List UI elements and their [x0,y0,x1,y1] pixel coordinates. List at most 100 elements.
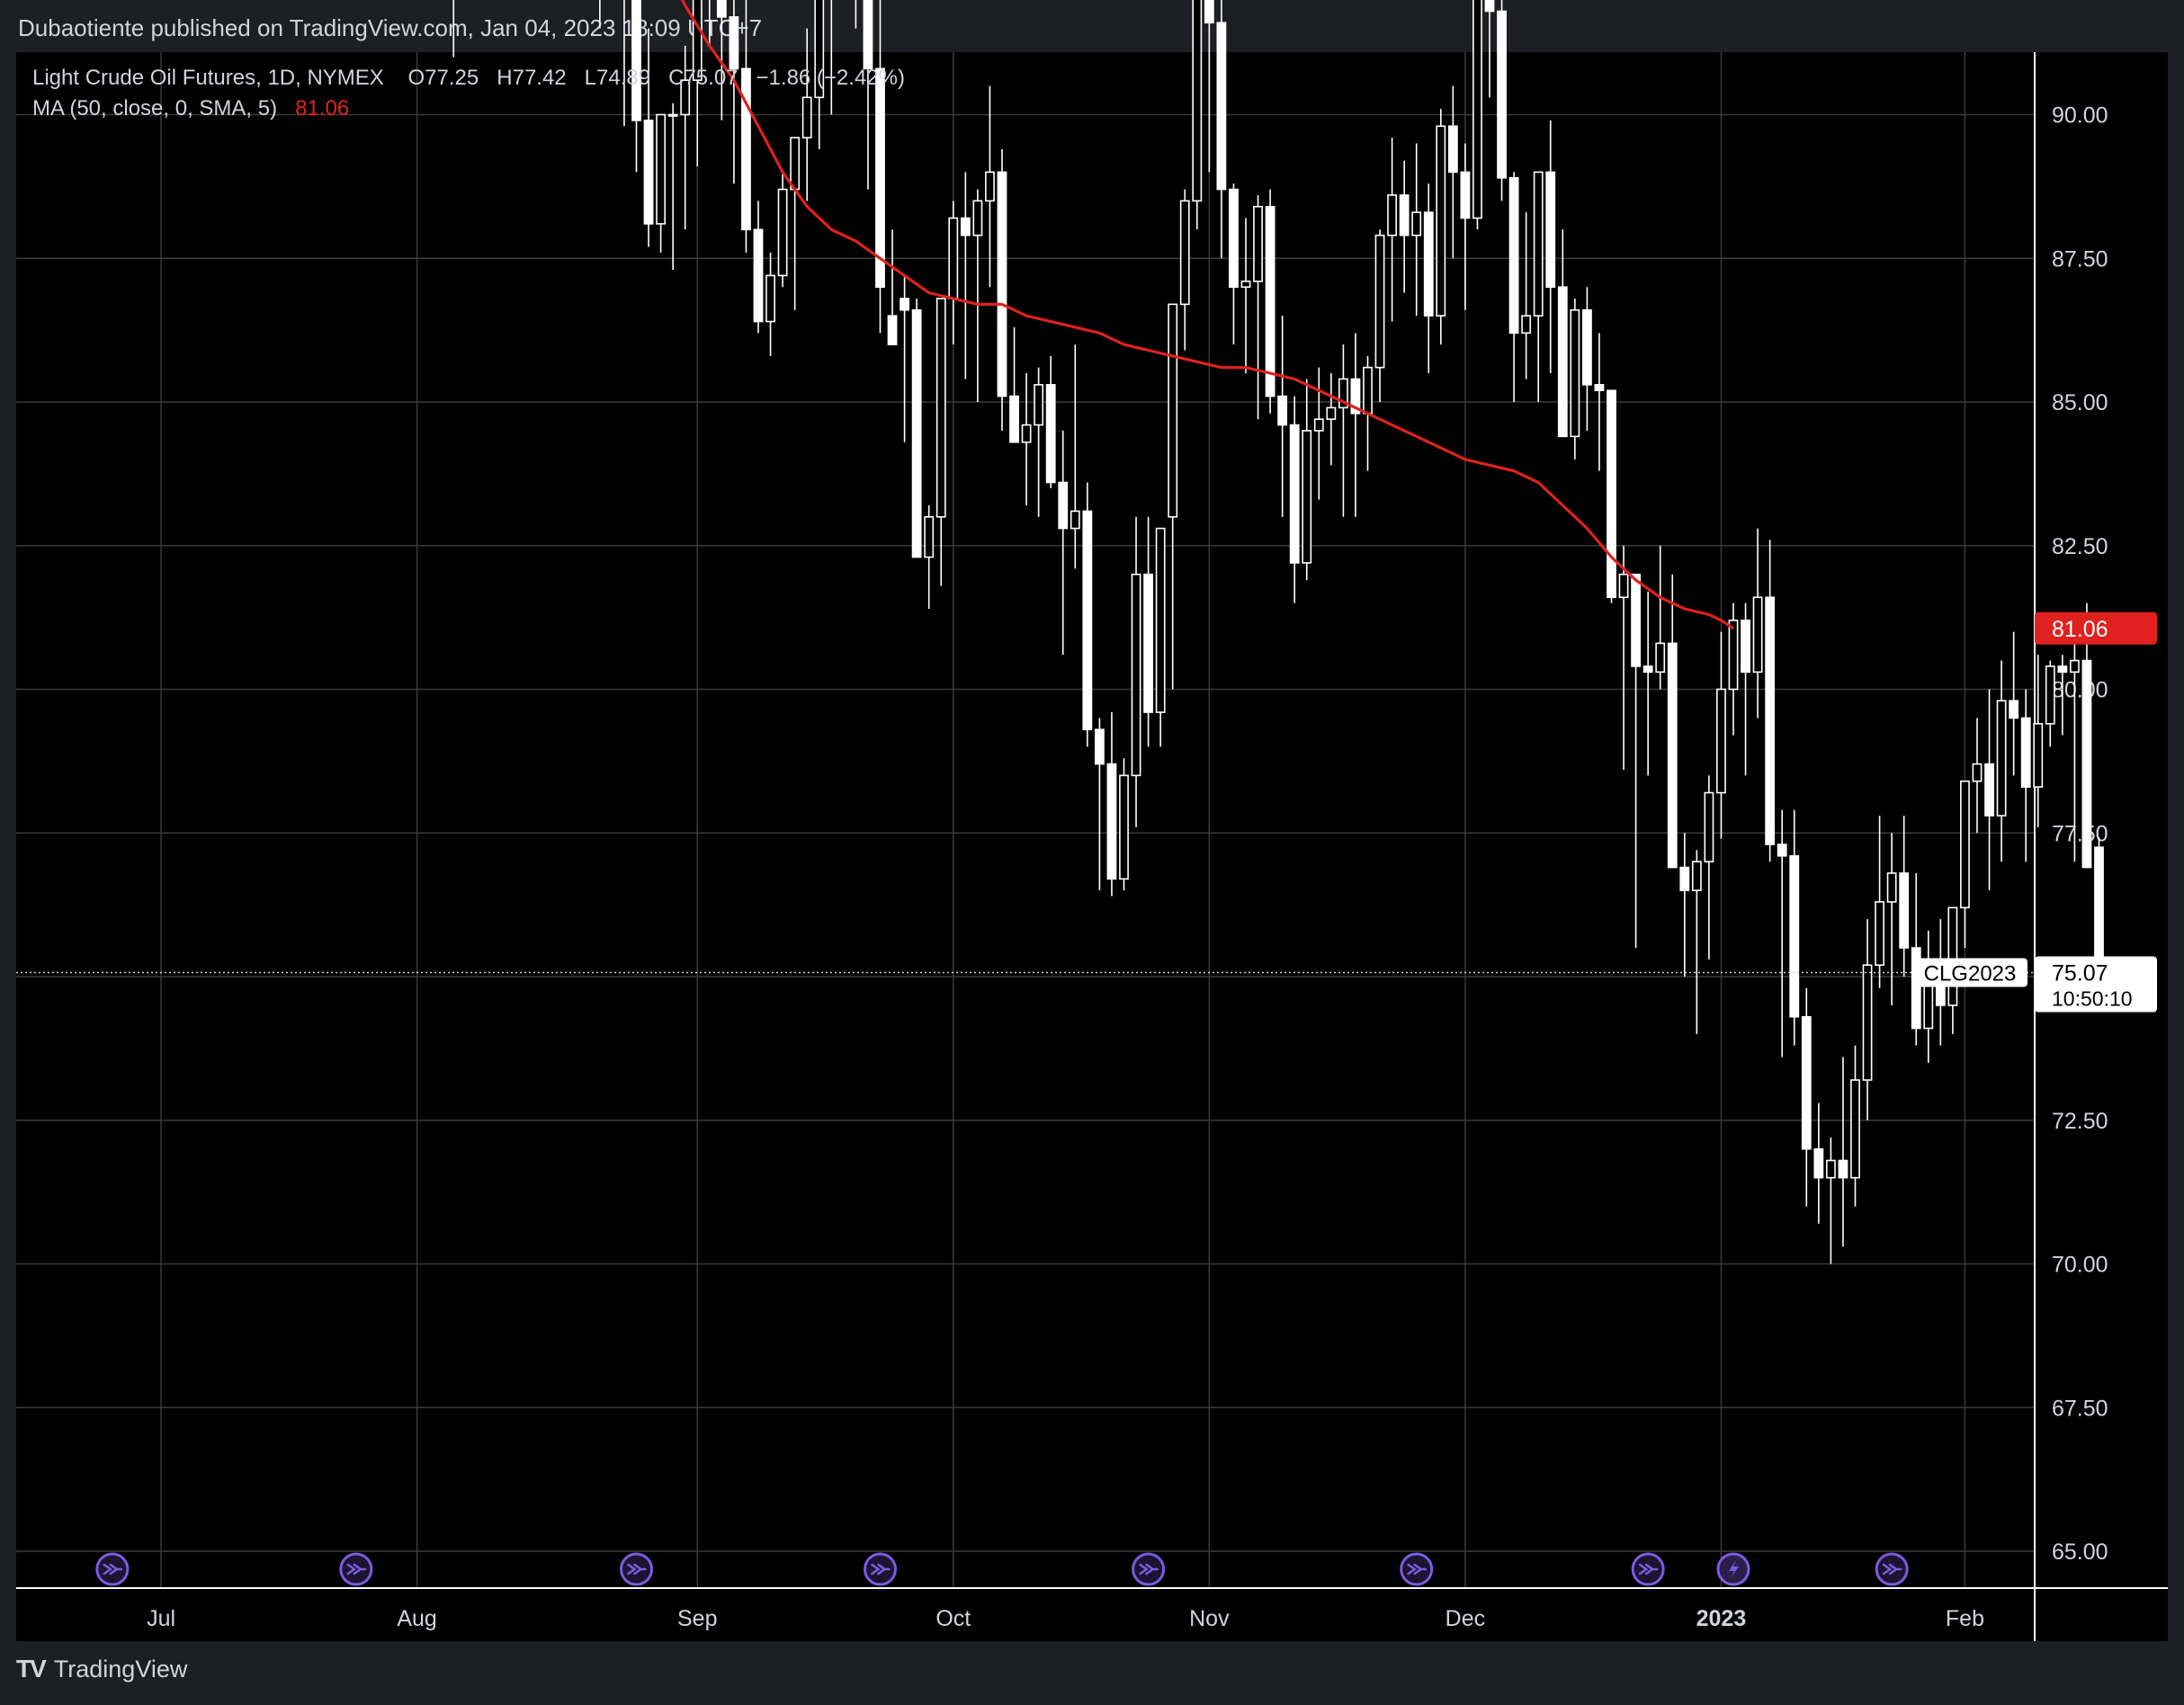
candle-body [1618,573,1629,599]
candle-body [1289,424,1300,564]
candle-body [716,0,727,18]
candle-body [729,16,739,70]
candle-body [900,298,909,311]
event-icon[interactable] [1400,1552,1434,1586]
candle [1289,396,1300,603]
candle-body [1192,0,1203,202]
footer-brand-text: TradingView [53,1655,188,1683]
candle-body [1034,384,1044,426]
candle [924,505,935,610]
candle-body [1411,211,1422,237]
candle-body [1143,573,1153,713]
candle-body [2020,717,2031,788]
candle-body [1313,418,1324,432]
candle [643,28,654,247]
candle-body [1095,728,1105,765]
candle [1765,540,1776,862]
candle-body [1728,620,1739,691]
candle [1570,298,1580,460]
candle [1923,930,1934,1063]
candle [1704,775,1714,960]
candle [599,0,601,29]
candle-body [997,171,1007,397]
candle-body [924,515,935,558]
symbol-tag: CLG2023 [1912,958,2027,987]
candle-body [1777,844,1787,857]
event-icon[interactable] [1132,1552,1166,1586]
event-icon[interactable] [620,1552,653,1586]
candle [1131,516,1141,827]
candle [1045,355,1056,488]
candle [1875,816,1884,988]
candle-body [1570,308,1580,438]
candle-body [2033,723,2044,788]
candle-body [1277,395,1288,426]
candle [1229,183,1239,345]
candle [1777,809,1787,1058]
candle [935,298,946,586]
candle-body [1179,200,1190,306]
chart-legend: Light Crude Oil Futures, 1D, NYMEX O77.2… [32,63,905,124]
event-icon[interactable] [1631,1552,1665,1586]
candle-body [1631,573,1641,667]
candle [1447,85,1458,259]
candle-body [1789,855,1800,1018]
candle-body [1607,389,1616,599]
candle-body [1204,0,1214,24]
candle [741,0,751,253]
candle-body [1070,510,1080,530]
symbol-title: Light Crude Oil Futures, 1D, NYMEX [32,66,384,90]
candle [1813,1102,1824,1224]
candle [2009,631,2019,776]
candle [1119,758,1129,891]
candle [1850,1045,1860,1207]
candle-body [2057,665,2068,674]
candle [2045,660,2055,747]
candle-body [1996,700,2007,817]
candle-body [1302,430,1312,564]
candle [1667,574,1678,869]
candle [1472,0,1482,230]
candle-body [1691,861,1702,891]
candle-body [1862,964,1873,1081]
candle-body [1009,395,1019,443]
candle-body [1058,481,1069,530]
candle [960,172,971,379]
candle-body [2009,700,2019,719]
candle-body [1021,424,1032,443]
candle-body [1131,573,1141,777]
event-icon[interactable] [864,1552,897,1586]
tradingview-logo-icon: TV [16,1655,47,1683]
grid-lines [16,52,2035,1588]
x-tick-label: Sep [677,1606,717,1631]
footer-brand[interactable]: TV TradingView [16,1655,187,1683]
candle [1679,833,1690,977]
candle-body [1521,315,1532,335]
candle-body [1826,1159,1836,1179]
event-icon[interactable] [339,1552,373,1586]
candle-body [1838,1159,1848,1179]
x-tick-label: Jul [147,1606,175,1631]
candle [1240,218,1251,374]
candle [1984,689,1994,891]
candle-body [1168,303,1178,518]
candle-body [1423,211,1434,317]
price-chart[interactable]: 130.00127.50125.00122.50120.00117.50115.… [0,0,2184,1705]
candle [1436,109,1446,345]
candle [1326,373,1337,466]
candle-body [2094,846,2104,974]
y-tick-label: 67.50 [2052,1396,2108,1421]
earnings-event-icon[interactable] [1716,1552,1750,1586]
candle [1143,516,1153,747]
candle-body [935,298,946,518]
event-icon[interactable] [1875,1552,1909,1586]
y-tick-label: 65.00 [2052,1540,2108,1565]
y-tick-label: 80.00 [2052,678,2108,703]
countdown-text: 10:50:10 [2052,987,2133,1011]
candle-body [777,188,788,277]
event-icon[interactable] [95,1552,130,1586]
candle [1411,143,1422,317]
candle [948,201,959,345]
candle-body [1667,642,1678,869]
candle-body [1082,510,1093,731]
